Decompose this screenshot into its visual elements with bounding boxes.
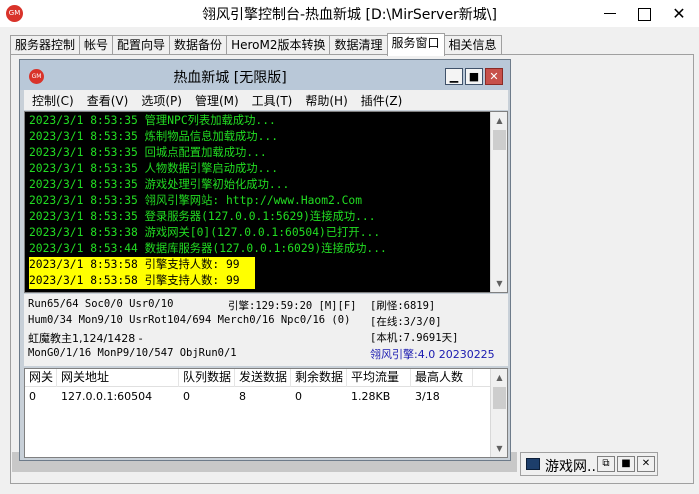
scroll-down-arrow-icon[interactable]: ▼ bbox=[491, 275, 507, 292]
tab-herom2-convert[interactable]: HeroM2版本转换 bbox=[226, 35, 331, 56]
maximize-button[interactable]: ■ bbox=[617, 456, 635, 472]
log-console[interactable]: 2023/3/1 8:53:35 管理NPC列表加载成功... 2023/3/1 … bbox=[24, 111, 508, 293]
status-online: [在线:3/3/0] bbox=[370, 316, 442, 328]
child-menubar: 控制(C) 查看(V) 选项(P) 管理(M) 工具(T) 帮助(H) 插件(Z… bbox=[24, 90, 508, 110]
child-close-button[interactable]: ✕ bbox=[485, 68, 503, 85]
log-line: 2023/3/1 8:53:35 管理NPC列表加载成功... bbox=[29, 114, 276, 127]
table-scrollbar[interactable]: ▲ ▼ bbox=[490, 369, 507, 457]
child-titlebar: GM 热血新城 [无限版] ▁ ■ ✕ bbox=[20, 60, 510, 90]
log-line: 2023/3/1 8:53:35 炼制物品信息加载成功... bbox=[29, 130, 278, 143]
col-remaining-data[interactable]: 剩余数据 bbox=[291, 369, 347, 387]
log-line: 2023/3/1 8:53:35 翎风引擎网站: http://www.Haom… bbox=[29, 194, 363, 207]
status-run: Run65/64 Soc0/0 Usr0/10 bbox=[28, 298, 174, 310]
menu-view[interactable]: 查看(V) bbox=[87, 92, 129, 109]
status-panel: Run65/64 Soc0/0 Usr0/10 引擎:129:59:20 [M]… bbox=[24, 294, 508, 366]
cell-queue: 0 bbox=[183, 390, 190, 403]
menu-plugins[interactable]: 插件(Z) bbox=[361, 92, 403, 109]
menu-tools[interactable]: 工具(T) bbox=[252, 92, 293, 109]
log-line: 2023/3/1 8:53:38 游戏网关[0](127.0.0.1:60504… bbox=[29, 226, 381, 239]
tab-server-control[interactable]: 服务器控制 bbox=[10, 35, 81, 56]
child-window-title: 热血新城 [无限版] bbox=[173, 70, 287, 86]
log-line: 2023/3/1 8:53:35 回城点配置加载成功... bbox=[29, 146, 267, 159]
child-minimize-button[interactable]: ▁ bbox=[445, 68, 463, 85]
status-local: [本机:7.9691天] bbox=[370, 332, 459, 344]
col-gateway[interactable]: 网关 bbox=[25, 369, 57, 387]
status-boss: 虹魔教主1,124/1428 - bbox=[28, 332, 143, 345]
col-max-users[interactable]: 最高人数 bbox=[411, 369, 473, 387]
tab-config-wizard[interactable]: 配置向导 bbox=[112, 35, 171, 56]
cell-remaining: 0 bbox=[295, 390, 302, 403]
cell-send: 8 bbox=[239, 390, 246, 403]
tab-data-cleanup[interactable]: 数据清理 bbox=[329, 35, 388, 56]
menu-control[interactable]: 控制(C) bbox=[32, 92, 74, 109]
log-scrollbar[interactable]: ▲ ▼ bbox=[490, 112, 507, 292]
log-line: 2023/3/1 8:53:35 登录服务器(127.0.0.1:5629)连接… bbox=[29, 210, 376, 223]
log-line: 2023/3/1 8:53:58 引擎支持人数: 99 bbox=[29, 257, 255, 273]
restore-button[interactable]: ⧉ bbox=[597, 456, 615, 472]
tab-account[interactable]: 帐号 bbox=[79, 35, 114, 56]
server-child-window: GM 热血新城 [无限版] ▁ ■ ✕ 控制(C) 查看(V) 选项(P) 管理… bbox=[19, 59, 511, 461]
log-line: 2023/3/1 8:53:35 游戏处理引擎初始化成功... bbox=[29, 178, 290, 191]
cell-address: 127.0.0.1:60504 bbox=[61, 390, 153, 403]
cell-max-users: 3/18 bbox=[415, 390, 440, 403]
col-gateway-address[interactable]: 网关地址 bbox=[57, 369, 179, 387]
cell-gateway: 0 bbox=[29, 390, 36, 403]
scroll-up-arrow-icon[interactable]: ▲ bbox=[491, 112, 507, 129]
status-hum: Hum0/34 Mon9/10 UsrRot104/694 Merch0/16 … bbox=[28, 314, 351, 326]
status-engine-time: 引擎:129:59:20 [M][F] bbox=[228, 300, 357, 312]
tab-related-info[interactable]: 相关信息 bbox=[443, 35, 502, 56]
main-tabs: 服务器控制 帐号 配置向导 数据备份 HeroM2版本转换 数据清理 服务窗口 … bbox=[10, 33, 502, 56]
table-header: 网关 网关地址 队列数据 发送数据 剩余数据 平均流量 最高人数 bbox=[25, 369, 491, 387]
col-avg-traffic[interactable]: 平均流量 bbox=[347, 369, 411, 387]
col-queue-data[interactable]: 队列数据 bbox=[179, 369, 235, 387]
log-lines: 2023/3/1 8:53:35 管理NPC列表加载成功... 2023/3/1 … bbox=[29, 113, 489, 289]
cell-traffic: 1.28KB bbox=[351, 390, 391, 403]
scroll-thumb[interactable] bbox=[493, 130, 506, 150]
close-button[interactable]: ✕ bbox=[656, 0, 699, 27]
menu-options[interactable]: 选项(P) bbox=[141, 92, 182, 109]
close-button[interactable]: ✕ bbox=[637, 456, 655, 472]
gateway-table: 网关 网关地址 队列数据 发送数据 剩余数据 平均流量 最高人数 0 127.0… bbox=[24, 368, 508, 458]
status-mon: MonG0/1/16 MonP9/10/547 ObjRun0/1 bbox=[28, 347, 237, 359]
scroll-thumb[interactable] bbox=[493, 387, 506, 409]
status-monster-refresh: [刷怪:6819] bbox=[370, 300, 436, 312]
log-line: 2023/3/1 8:53:35 人物数据引擎启动成功... bbox=[29, 162, 278, 175]
log-line: 2023/3/1 8:53:44 数据库服务器(127.0.0.1:6029)连… bbox=[29, 242, 387, 255]
tab-service-window[interactable]: 服务窗口 bbox=[386, 33, 445, 56]
col-send-data[interactable]: 发送数据 bbox=[235, 369, 291, 387]
tab-data-backup[interactable]: 数据备份 bbox=[169, 35, 228, 56]
minimized-game-gateway-window[interactable]: 游戏网... ⧉ ■ ✕ bbox=[520, 452, 658, 476]
menu-help[interactable]: 帮助(H) bbox=[305, 92, 347, 109]
status-version: 翎风引擎:4.0 20230225 bbox=[370, 348, 495, 361]
window-titlebar: GM 翎风引擎控制台-热血新城 [D:\MirServer新城\] ✕ bbox=[0, 0, 699, 27]
scroll-up-arrow-icon[interactable]: ▲ bbox=[491, 369, 507, 386]
log-line: 2023/3/1 8:53:58 引擎支持人数: 99 bbox=[29, 273, 255, 289]
scroll-down-arrow-icon[interactable]: ▼ bbox=[491, 440, 507, 457]
window-icon bbox=[526, 458, 540, 470]
minimized-window-label: 游戏网... bbox=[545, 459, 601, 475]
menu-manage[interactable]: 管理(M) bbox=[195, 92, 239, 109]
child-maximize-button[interactable]: ■ bbox=[465, 68, 483, 85]
table-row[interactable]: 0 127.0.0.1:60504 0 8 0 1.28KB 3/18 bbox=[25, 388, 491, 406]
